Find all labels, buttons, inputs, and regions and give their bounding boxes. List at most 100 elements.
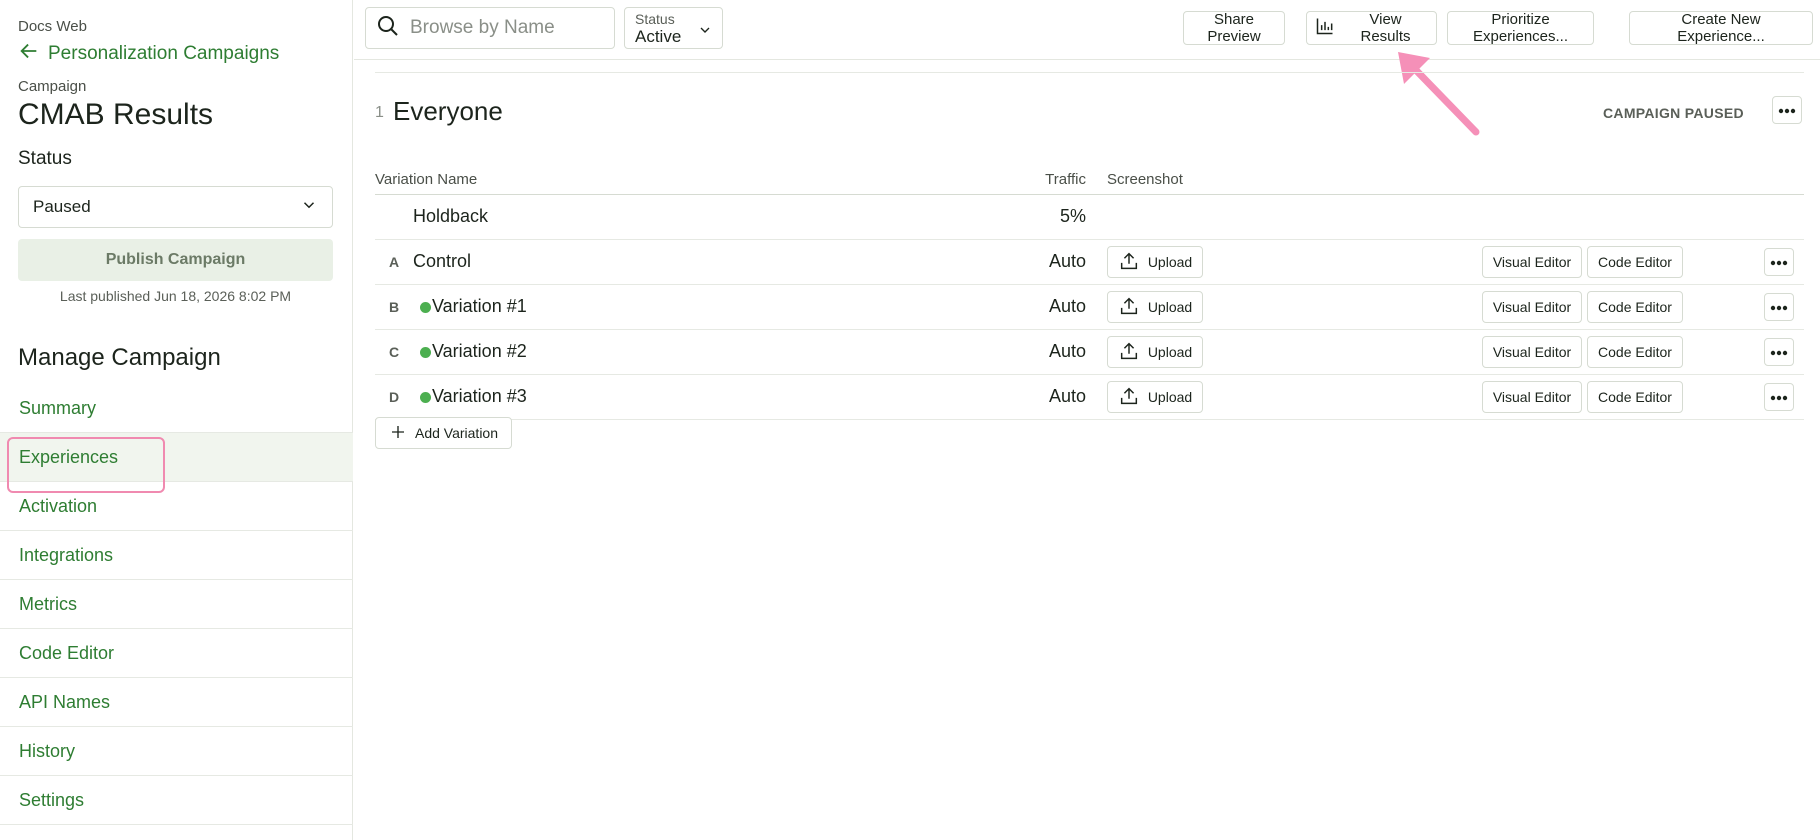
upload-icon [1118,340,1148,365]
status-label: Status [18,148,72,169]
sidebar-item-integrations[interactable]: Integrations [0,531,353,580]
status-filter-select[interactable]: Status Active [624,7,723,49]
visual-editor-button[interactable]: Visual Editor [1482,381,1582,413]
sidebar-item-history[interactable]: History [0,727,353,776]
upload-screenshot-button[interactable]: Upload [1107,291,1203,323]
table-row: D Variation #3 Auto Upload Visual Editor Code… [375,375,1804,420]
sidebar-item-label: Integrations [19,544,114,565]
variation-name: Control [413,251,472,271]
upload-label: Upload [1147,389,1193,405]
table-row: Holdback 5% [375,195,1804,240]
variation-traffic: 5% [1059,206,1086,226]
audience-name: Everyone [393,96,503,126]
status-dot [420,392,431,403]
variation-more-button[interactable] [1764,338,1794,366]
variation-traffic: Auto [1048,251,1086,271]
variation-letter: D [389,389,400,405]
campaign-label: Campaign [18,78,87,95]
more-horizontal-icon [1778,101,1796,119]
share-preview-button[interactable]: Share Preview [1183,11,1285,45]
search-box[interactable] [365,7,615,49]
visual-editor-button[interactable]: Visual Editor [1482,291,1582,323]
upload-icon [1118,250,1148,275]
campaign-state-badge: CAMPAIGN PAUSED [1603,105,1744,121]
add-variation-label: Add Variation [414,425,498,441]
upload-screenshot-button[interactable]: Upload [1107,381,1203,413]
visual-editor-button[interactable]: Visual Editor [1482,336,1582,368]
audience-more-button[interactable] [1772,96,1802,124]
sidebar-item-label: Code Editor [19,642,115,663]
status-dot [420,347,431,358]
app-root: Docs Web Personalization Campaigns Campa… [0,0,1820,840]
code-editor-button[interactable]: Code Editor [1587,381,1683,413]
campaign-title: CMAB Results [18,98,214,131]
sidebar-item-label: History [19,740,76,761]
project-name: Docs Web [18,18,87,35]
code-editor-button[interactable]: Code Editor [1587,246,1683,278]
arrow-left-icon [18,40,48,68]
upload-screenshot-button[interactable]: Upload [1107,336,1203,368]
top-toolbar: Status Active Share Preview View Results… [354,0,1820,60]
more-horizontal-icon [1770,343,1788,361]
variation-letter: A [389,254,400,270]
sidebar-item-label: API Names [19,691,111,712]
upload-label: Upload [1147,344,1193,360]
variation-traffic: Auto [1048,386,1086,406]
sidebar-item-summary[interactable]: Summary [0,384,353,433]
add-variation-button[interactable]: Add Variation [375,417,512,449]
more-horizontal-icon [1770,253,1788,271]
code-editor-button[interactable]: Code Editor [1587,291,1683,323]
manage-campaign-heading: Manage Campaign [18,344,221,371]
sidebar-item-code-editor[interactable]: Code Editor [0,629,353,678]
status-dot [420,302,431,313]
search-icon [376,14,410,43]
sidebar-item-activation[interactable]: Activation [0,482,353,531]
code-editor-button[interactable]: Code Editor [1587,336,1683,368]
header-traffic: Traffic [1045,171,1086,188]
sidebar-item-label: Activation [19,495,98,516]
sidebar-item-label: Experiences [19,446,119,467]
campaign-nav: Summary Experiences Activation Integrations… [0,384,353,825]
variation-name: Holdback [413,206,489,226]
experiences-main: 1 Everyone CAMPAIGN PAUSED Variation Nam… [354,61,1820,840]
table-header: Variation Name Traffic Screenshot [375,165,1804,195]
visual-editor-button[interactable]: Visual Editor [1482,246,1582,278]
table-row: B Variation #1 Auto Upload Visual Editor Code… [375,285,1804,330]
back-link-label: Personalization Campaigns [48,43,280,64]
upload-screenshot-button[interactable]: Upload [1107,246,1203,278]
sidebar-item-label: Summary [19,397,97,418]
last-published-text: Last published Jun 18, 2026 8:02 PM [59,288,292,304]
upload-icon [1118,295,1148,320]
variation-traffic: Auto [1048,296,1086,316]
campaign-status-select[interactable]: Paused [18,186,333,228]
variation-more-button[interactable] [1764,248,1794,276]
header-variation-name: Variation Name [375,171,478,188]
bar-chart-icon [1315,16,1343,40]
view-results-label: View Results [1360,11,1411,45]
variation-more-button[interactable] [1764,383,1794,411]
upload-label: Upload [1147,299,1193,315]
prioritize-experiences-button[interactable]: Prioritize Experiences... [1447,11,1594,45]
search-input[interactable] [410,17,600,39]
sidebar-item-label: Settings [19,789,85,810]
sidebar-item-experiences[interactable]: Experiences [0,433,353,493]
variation-name: Variation #3 [432,386,527,406]
sidebar-item-label: Metrics [19,593,77,614]
variation-more-button[interactable] [1764,293,1794,321]
upload-label: Upload [1147,254,1193,270]
campaign-status-value: Paused [33,197,91,216]
back-to-campaigns-link[interactable]: Personalization Campaigns [18,40,279,68]
sidebar-item-api-names[interactable]: API Names [0,678,353,727]
sidebar-item-settings[interactable]: Settings [0,776,353,825]
sidebar: Docs Web Personalization Campaigns Campa… [0,0,353,840]
create-new-experience-button[interactable]: Create New Experience... [1629,11,1813,45]
table-row: A Control Auto Upload Visual Editor Code Edit… [375,240,1804,285]
sidebar-item-metrics[interactable]: Metrics [0,580,353,629]
upload-icon [1118,385,1148,410]
table-body: Holdback 5% A Control Auto Upload Visual Edito… [375,195,1804,420]
publish-campaign-button[interactable]: Publish Campaign [18,239,333,281]
plus-icon [389,423,415,444]
view-results-button[interactable]: View Results [1306,11,1437,45]
more-horizontal-icon [1770,388,1788,406]
table-row: C Variation #2 Auto Upload Visual Editor Code… [375,330,1804,375]
